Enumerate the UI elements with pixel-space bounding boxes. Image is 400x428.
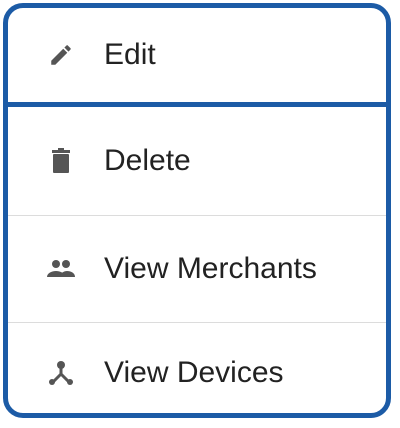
menu-item-label: View Merchants [104, 252, 317, 285]
menu-item-edit[interactable]: Edit [8, 8, 386, 102]
context-menu: Edit Delete View Merchants View Devices [3, 3, 391, 418]
menu-item-view-devices[interactable]: View Devices [8, 323, 386, 413]
people-icon [46, 254, 76, 284]
trash-icon [46, 146, 76, 176]
menu-item-label: Edit [104, 38, 156, 71]
menu-item-label: View Devices [104, 356, 284, 389]
menu-item-view-merchants[interactable]: View Merchants [8, 216, 386, 322]
pencil-icon [46, 40, 76, 70]
device-tree-icon [46, 358, 76, 388]
menu-item-label: Delete [104, 144, 191, 177]
menu-item-delete[interactable]: Delete [8, 107, 386, 215]
